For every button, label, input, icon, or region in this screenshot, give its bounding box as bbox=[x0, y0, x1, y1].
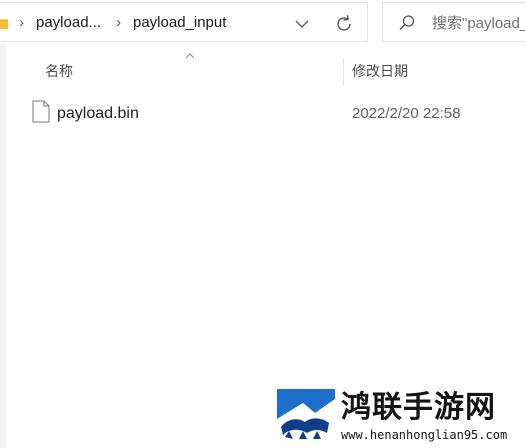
file-name: payload.bin bbox=[57, 105, 139, 122]
watermark-url: www.henanhonglian95.com bbox=[341, 428, 508, 442]
breadcrumb-separator: › bbox=[19, 14, 24, 31]
search-input[interactable]: 搜索"payload_input" bbox=[432, 15, 525, 33]
file-icon bbox=[32, 100, 50, 123]
folder-icon bbox=[0, 19, 8, 29]
watermark-logo bbox=[277, 389, 335, 444]
breadcrumb-separator: › bbox=[116, 14, 121, 31]
refresh-icon[interactable] bbox=[332, 12, 356, 36]
file-row[interactable]: payload.bin 2022/2/20 22:58 bbox=[22, 96, 525, 130]
column-divider[interactable] bbox=[343, 58, 344, 86]
watermark-site-name: 鸿联手游网 bbox=[341, 390, 496, 425]
chevron-down-icon[interactable] bbox=[290, 13, 314, 35]
sort-ascending-icon bbox=[185, 53, 195, 59]
address-bar[interactable]: › payload... › payload_input bbox=[0, 2, 368, 42]
breadcrumb-parent[interactable]: payload... bbox=[36, 14, 101, 32]
file-date-modified: 2022/2/20 22:58 bbox=[352, 105, 461, 122]
address-toolbar: › payload... › payload_input 搜索"payload_… bbox=[0, 0, 525, 44]
navigation-pane-edge bbox=[0, 44, 6, 448]
search-icon bbox=[399, 15, 415, 30]
search-box[interactable]: 搜索"payload_input" bbox=[382, 2, 525, 42]
column-header-name[interactable]: 名称 bbox=[45, 62, 73, 80]
column-header-date-modified[interactable]: 修改日期 bbox=[352, 62, 408, 80]
breadcrumb-current[interactable]: payload_input bbox=[133, 14, 226, 32]
